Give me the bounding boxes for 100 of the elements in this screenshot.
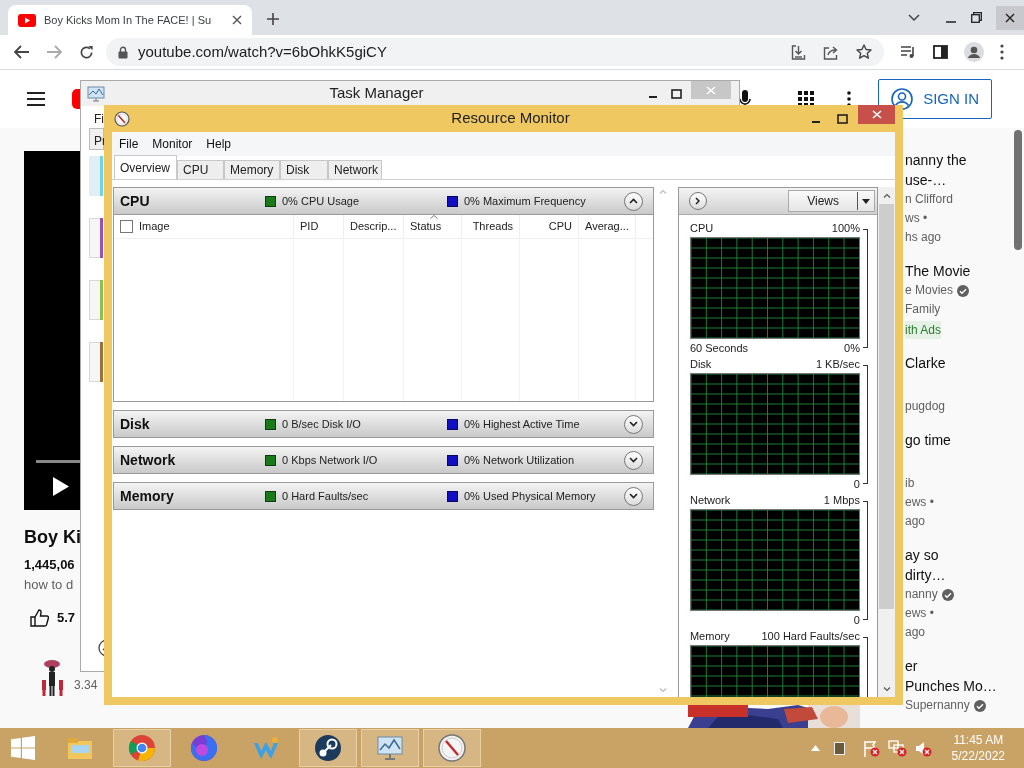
video-title: Boy Ki	[24, 526, 82, 548]
video-meta: Family	[905, 301, 942, 318]
tab[interactable]: Overview	[114, 155, 177, 179]
tray-icon[interactable]	[833, 741, 845, 755]
address-field[interactable]: youtube.com/watch?v=6bOhkK5giCY	[106, 38, 884, 66]
network-icon[interactable]	[887, 739, 907, 757]
column-header[interactable]: Status	[404, 215, 462, 238]
checkbox[interactable]	[120, 220, 133, 233]
share-icon[interactable]	[823, 44, 839, 60]
flag-icon[interactable]	[862, 739, 880, 757]
stat-text: 0% Highest Active Time	[464, 416, 580, 432]
performance-tile[interactable]	[89, 156, 100, 196]
expand-button[interactable]	[624, 486, 643, 506]
restore-icon[interactable]	[971, 12, 982, 23]
column-header[interactable]: PID	[294, 215, 344, 238]
column-header[interactable]: Image	[114, 215, 294, 238]
window-title: Task Manager	[328, 83, 425, 104]
tab[interactable]: Disk	[280, 160, 328, 179]
video-title[interactable]: The Movie	[905, 261, 1014, 281]
scrollbar-thumb[interactable]	[879, 204, 895, 609]
expand-button[interactable]	[688, 192, 707, 210]
expand-button[interactable]	[624, 191, 643, 211]
thumbs-up-icon[interactable]	[30, 608, 49, 627]
channel-name[interactable]: e Movies	[905, 281, 954, 300]
video-meta: pugdog	[905, 398, 947, 415]
scrollbar-thumb[interactable]	[1014, 130, 1022, 250]
browser-tab[interactable]: Boy Kicks Mom In The FACE! | Su	[8, 5, 252, 35]
install-icon[interactable]	[791, 44, 806, 60]
expand-button[interactable]	[624, 414, 643, 434]
new-tab-icon[interactable]	[266, 12, 280, 26]
tab[interactable]: Network	[328, 160, 382, 179]
more-icon[interactable]	[847, 91, 852, 107]
section-header[interactable]: CPU 0% CPU Usage 0% Maximum Frequency	[113, 187, 654, 215]
video-title[interactable]: go time	[905, 430, 1014, 450]
column-header[interactable]: Threads	[462, 215, 520, 238]
url-text: youtube.com/watch?v=6bOhkK5giCY	[138, 41, 387, 62]
back-icon[interactable]	[14, 45, 30, 59]
legend-swatch	[265, 195, 276, 207]
section-header[interactable]: Network 0 Kbps Network I/O 0% Network Utilization	[113, 446, 654, 474]
scale-max-label: 100%	[831, 221, 860, 236]
column-header[interactable]: Descrip...	[344, 215, 404, 238]
monitor-icon	[87, 85, 105, 102]
scroll-up-icon[interactable]	[882, 193, 891, 198]
chevron-down-icon	[629, 421, 638, 427]
video-title[interactable]: Punches Mo…	[905, 676, 1014, 696]
video-meta: ews •	[905, 605, 935, 622]
chevron-down-icon	[629, 457, 638, 463]
video-title[interactable]: Clarke	[905, 353, 1014, 373]
column-header[interactable]: Averag...	[579, 215, 636, 238]
section-header[interactable]: Memory 0 Hard Faults/sec 0% Used Physical Memory	[113, 482, 654, 510]
legend-swatch	[265, 490, 276, 502]
media-icon[interactable]	[900, 45, 916, 59]
column-header[interactable]: CPU	[520, 215, 579, 238]
performance-tile[interactable]	[89, 218, 100, 258]
video-title[interactable]: nanny the	[905, 150, 1014, 170]
video-meta: ews •	[905, 494, 935, 511]
taskbar-button[interactable]	[299, 729, 357, 767]
video-title[interactable]: ay so	[905, 545, 1014, 565]
video-title[interactable]: use-…	[905, 170, 1014, 190]
star-icon[interactable]	[856, 44, 872, 60]
tab[interactable]: Memory	[224, 160, 280, 179]
graph-label: Network	[689, 493, 731, 508]
channel-name[interactable]: nanny	[905, 585, 938, 604]
section-title: Memory	[119, 486, 175, 506]
chevron-down-icon[interactable]	[908, 13, 920, 22]
maximize-icon[interactable]	[671, 88, 682, 99]
section-header[interactable]: Disk 0 B/sec Disk I/O 0% Highest Active Time	[113, 410, 654, 438]
expand-button[interactable]	[624, 450, 643, 470]
close-icon[interactable]	[232, 15, 242, 25]
performance-tile[interactable]	[89, 342, 100, 382]
gauge-icon	[437, 733, 467, 763]
close-icon	[871, 110, 882, 119]
views-dropdown[interactable]: Views	[788, 190, 876, 212]
video-title[interactable]: dirty…	[905, 565, 1014, 585]
close-icon	[1005, 12, 1015, 23]
performance-tile[interactable]	[89, 280, 100, 320]
side-panel-icon[interactable]	[933, 45, 948, 59]
steam-icon	[313, 733, 343, 763]
profile-icon[interactable]	[964, 42, 984, 62]
logo-icon[interactable]	[72, 89, 80, 109]
menu-item[interactable]: Fi	[89, 106, 104, 128]
scale-max-label: 1 KB/sec	[815, 357, 860, 372]
menu-icon[interactable]	[27, 92, 45, 106]
scroll-down-icon[interactable]	[882, 687, 891, 692]
youtube-icon	[18, 13, 36, 27]
video-title[interactable]: er	[905, 656, 1014, 676]
menu-item[interactable]: Monitor	[152, 135, 193, 153]
scale-min-label: 0%	[844, 341, 860, 355]
reload-icon[interactable]	[79, 44, 94, 60]
volume-icon[interactable]	[914, 739, 932, 757]
close-button[interactable]	[996, 5, 1024, 30]
maximize-icon[interactable]	[837, 113, 848, 124]
channel-name[interactable]: Supernanny	[905, 696, 970, 715]
play-icon[interactable]	[53, 477, 69, 496]
menu-icon[interactable]	[1000, 44, 1004, 60]
scale-min-label: 0	[853, 613, 860, 627]
menu-item[interactable]: Help	[206, 135, 232, 153]
tab[interactable]: CPU	[177, 160, 224, 179]
menu-item[interactable]: File	[119, 135, 139, 153]
graph-label: Disk	[689, 357, 712, 372]
